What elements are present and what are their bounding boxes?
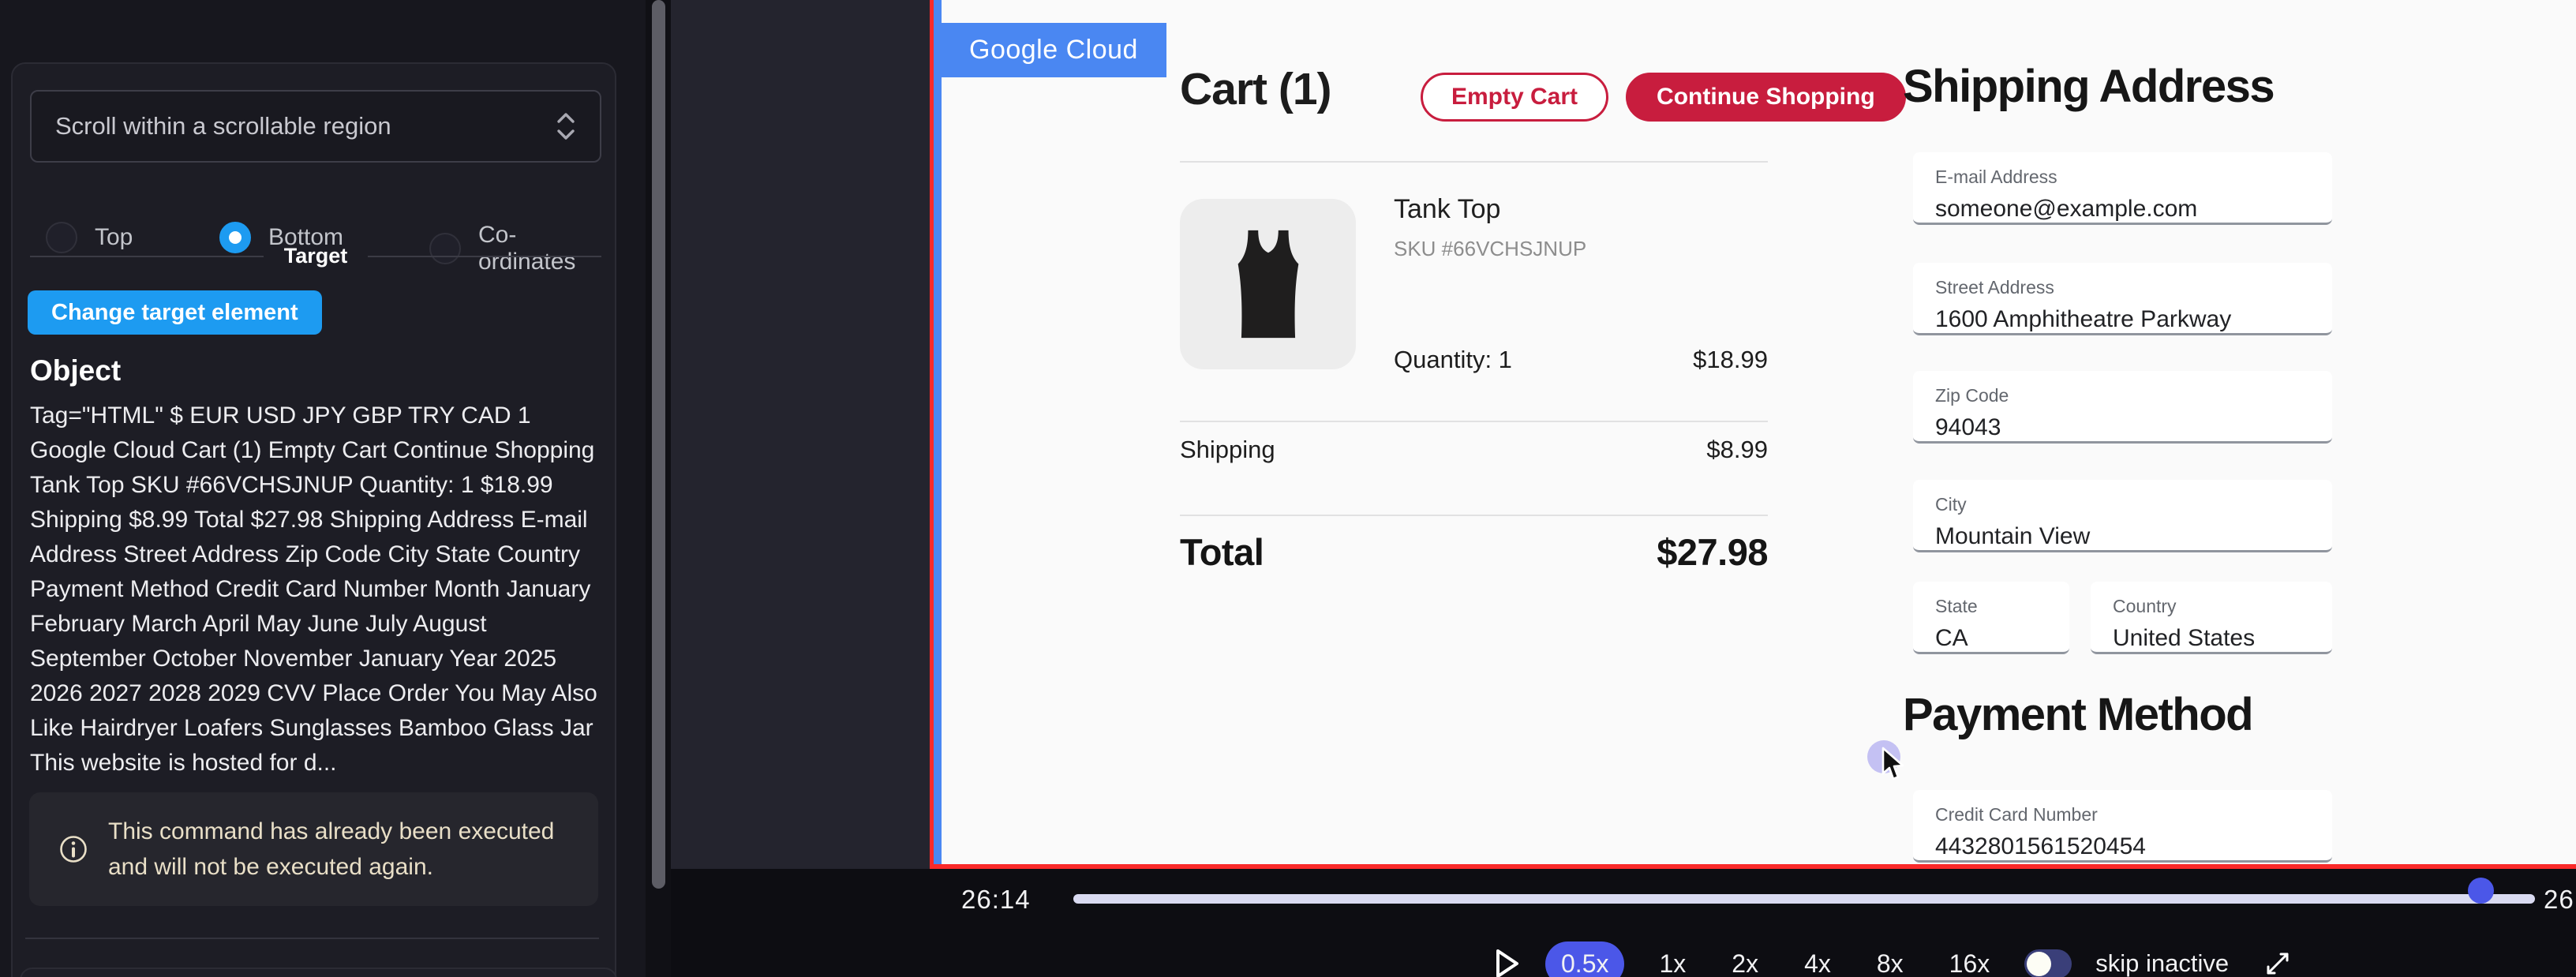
quantity-label: Quantity: 1 bbox=[1394, 346, 1512, 374]
speed-option-1x[interactable]: 1x bbox=[1648, 941, 1697, 977]
replay-player-bar: 26:14 26:15 0.5x 1x 2x 4x 8x 16x skip in… bbox=[671, 869, 2576, 977]
sidebar-scrollbar-thumb[interactable] bbox=[652, 0, 665, 889]
command-panel: Scroll within a scrollable region Top Bo… bbox=[11, 62, 616, 977]
next-section-card[interactable] bbox=[20, 968, 617, 977]
email-field-value: someone@example.com bbox=[1935, 196, 2332, 223]
speed-option-4x[interactable]: 4x bbox=[1793, 941, 1842, 977]
cart-actions: Empty Cart Continue Shopping bbox=[1421, 73, 1906, 122]
quantity-price-row: Quantity: 1 $18.99 bbox=[1394, 346, 1768, 374]
shipping-row: Shipping $8.99 bbox=[1180, 436, 1768, 464]
city-field-label: City bbox=[1935, 494, 2332, 515]
city-field[interactable]: City Mountain View bbox=[1913, 480, 2332, 552]
total-price: $27.98 bbox=[1657, 530, 1768, 574]
divider bbox=[25, 938, 599, 939]
command-executed-text: This command has already been executed a… bbox=[108, 814, 562, 885]
divider bbox=[1180, 421, 1768, 422]
country-field[interactable]: Country United States bbox=[2091, 582, 2332, 654]
product-sku: SKU #66VCHSJNUP bbox=[1394, 237, 1586, 261]
player-controls: 0.5x 1x 2x 4x 8x 16x skip inactive bbox=[1493, 941, 2292, 977]
credit-card-field[interactable]: Credit Card Number 4432801561520454 bbox=[1913, 790, 2332, 863]
state-field[interactable]: State CA bbox=[1913, 582, 2069, 654]
speed-option-16x[interactable]: 16x bbox=[1938, 941, 2001, 977]
email-field[interactable]: E-mail Address someone@example.com bbox=[1913, 152, 2332, 225]
shipping-label: Shipping bbox=[1180, 436, 1275, 464]
speed-option-0-5x[interactable]: 0.5x bbox=[1545, 941, 1624, 977]
toggle-knob bbox=[2027, 952, 2051, 976]
command-executed-notice: This command has already been executed a… bbox=[29, 792, 598, 906]
zip-field-value: 94043 bbox=[1935, 414, 2332, 441]
sidebar-scrollbar bbox=[646, 0, 671, 977]
divider bbox=[1180, 515, 1768, 516]
city-field-value: Mountain View bbox=[1935, 523, 2332, 550]
target-section-label: Target bbox=[284, 244, 348, 268]
element-highlight-edge bbox=[934, 0, 942, 869]
play-icon[interactable] bbox=[1493, 948, 1522, 977]
divider-line bbox=[30, 256, 264, 257]
country-field-value: United States bbox=[2113, 625, 2332, 652]
zip-code-field[interactable]: Zip Code 94043 bbox=[1913, 371, 2332, 444]
command-type-select[interactable]: Scroll within a scrollable region bbox=[30, 90, 601, 163]
shipping-price: $8.99 bbox=[1706, 436, 1768, 464]
replay-viewport: Google Cloud Cart (1) Empty Cart Continu… bbox=[930, 0, 2576, 869]
street-field-label: Street Address bbox=[1935, 277, 2332, 298]
end-time: 26:15 bbox=[2544, 885, 2576, 915]
divider bbox=[1180, 161, 1768, 163]
credit-card-label: Credit Card Number bbox=[1935, 804, 2332, 825]
state-field-label: State bbox=[1935, 596, 2069, 617]
current-time: 26:14 bbox=[961, 885, 1031, 915]
info-icon bbox=[59, 835, 88, 863]
item-price: $18.99 bbox=[1693, 346, 1768, 374]
command-type-value: Scroll within a scrollable region bbox=[55, 112, 556, 140]
speed-option-8x[interactable]: 8x bbox=[1866, 941, 1915, 977]
skip-inactive-toggle[interactable] bbox=[2024, 949, 2072, 977]
total-row: Total $27.98 bbox=[1180, 530, 1768, 574]
tank-top-illustration bbox=[1212, 224, 1324, 344]
skip-inactive-label: skip inactive bbox=[2095, 949, 2229, 977]
empty-cart-button[interactable]: Empty Cart bbox=[1421, 73, 1608, 122]
google-cloud-badge: Google Cloud bbox=[934, 23, 1166, 77]
target-section-divider: Target bbox=[30, 244, 601, 268]
cart-title: Cart (1) bbox=[1180, 63, 1331, 115]
chevron-up-down-icon bbox=[556, 110, 576, 142]
country-field-label: Country bbox=[2113, 596, 2332, 617]
credit-card-value: 4432801561520454 bbox=[1935, 833, 2332, 860]
command-sidebar: Scroll within a scrollable region Top Bo… bbox=[0, 0, 646, 977]
shipping-address-heading: Shipping Address bbox=[1903, 60, 2274, 113]
state-field-value: CA bbox=[1935, 625, 2069, 652]
app-screen: Scroll within a scrollable region Top Bo… bbox=[0, 0, 2576, 977]
product-image-tank-top bbox=[1180, 199, 1356, 369]
change-target-button[interactable]: Change target element bbox=[28, 290, 322, 335]
progress-thumb[interactable] bbox=[2468, 878, 2494, 904]
object-heading: Object bbox=[30, 354, 121, 387]
continue-shopping-button[interactable]: Continue Shopping bbox=[1626, 73, 1906, 122]
payment-method-heading: Payment Method bbox=[1903, 688, 2252, 741]
fullscreen-icon[interactable] bbox=[2263, 949, 2292, 977]
progress-track[interactable] bbox=[1073, 894, 2535, 904]
email-field-label: E-mail Address bbox=[1935, 167, 2332, 188]
zip-field-label: Zip Code bbox=[1935, 385, 2332, 406]
total-label: Total bbox=[1180, 530, 1264, 574]
object-description-text: Tag="HTML" $ EUR USD JPY GBP TRY CAD 1 G… bbox=[30, 399, 603, 780]
product-name: Tank Top bbox=[1394, 194, 1500, 225]
speed-option-2x[interactable]: 2x bbox=[1720, 941, 1769, 977]
divider-line bbox=[368, 256, 601, 257]
street-field-value: 1600 Amphitheatre Parkway bbox=[1935, 306, 2332, 333]
google-cloud-logo-text: Google Cloud bbox=[969, 35, 1138, 66]
street-address-field[interactable]: Street Address 1600 Amphitheatre Parkway bbox=[1913, 263, 2332, 335]
mouse-cursor-icon bbox=[1880, 747, 1907, 783]
